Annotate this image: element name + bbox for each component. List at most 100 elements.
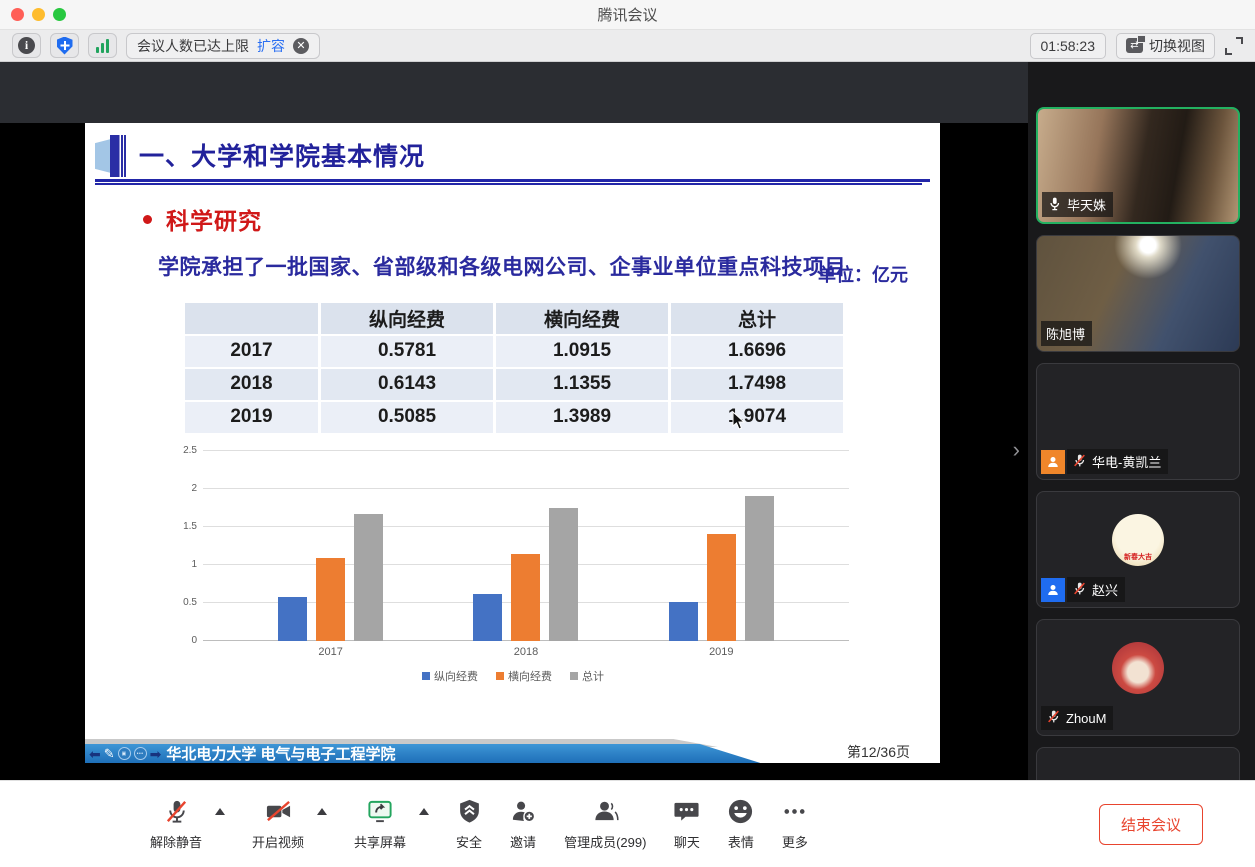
network-protect-button[interactable] [50,33,79,58]
school-name: 华北电力大学 电气与电子工程学院 [166,743,395,763]
end-meeting-button[interactable]: 结束会议 [1099,804,1203,845]
caret-up-icon[interactable] [215,808,225,815]
caret-up-icon[interactable] [419,808,429,815]
participant-tile-赵兴[interactable]: 新春大吉赵兴 [1036,491,1240,608]
table-cell: 0.5085 [321,402,493,433]
shield-plus-icon [57,37,73,55]
pen-icon[interactable]: ✎ [104,747,115,760]
share-screen-button[interactable]: 共享屏幕 [354,797,406,851]
info-icon: i [18,37,35,54]
switch-view-button[interactable]: ⇄ 切换视图 [1116,33,1215,59]
invite-icon [509,797,537,825]
toolbar-label: 邀请 [510,832,536,851]
close-notice-icon[interactable]: ✕ [293,38,309,54]
participant-name: 毕天姝 [1067,195,1106,214]
mouse-cursor [732,411,746,431]
table-header-row: 纵向经费横向经费总计 [185,303,843,334]
shield-button[interactable]: 安全 [456,797,482,851]
toolbar-label: 共享屏幕 [354,832,406,851]
legend-swatch-icon [570,672,578,680]
table-cell: 横向经费 [496,303,668,334]
participant-tile-毕天姝[interactable]: 毕天姝 [1036,107,1240,224]
expand-capacity-link[interactable]: 扩容 [257,36,285,56]
bar-横向经费-2018 [511,554,540,640]
slide-title-row: 一、大学和学院基本情况 [95,135,930,182]
emoji-button[interactable]: 表情 [727,797,754,851]
invite-button[interactable]: 邀请 [509,797,537,851]
table-cell: 1.3989 [496,402,668,433]
participant-tile-ZhouM[interactable]: ZhouM [1036,619,1240,736]
meeting-info-button[interactable]: i [12,33,41,58]
menu-circle-icon[interactable]: ••• [134,747,147,760]
table-cell: 2019 [185,402,318,433]
toolbar-label: 更多 [782,832,808,851]
participant-name-tag: ZhouM [1041,706,1113,730]
window-title: 腾讯会议 [0,4,1255,25]
table-cell: 纵向经费 [321,303,493,334]
legend-item: 横向经费 [496,668,552,684]
next-slide-icon[interactable]: ➡ [150,747,162,761]
bar-group-2019 [669,451,774,641]
participant-name-tag: 赵兴 [1067,577,1125,602]
legend-item: 总计 [570,668,604,684]
collapse-sidebar-chevron[interactable]: › [1013,437,1020,463]
table-cell [185,303,318,334]
legend-swatch-icon [422,672,430,680]
camera-off-button[interactable]: 开启视频 [252,797,304,851]
footer-blue-band: ⬅ ✎ ▣ ••• ➡ 华北电力大学 电气与电子工程学院 [85,744,760,763]
nav-circle-icon[interactable]: ▣ [118,747,131,760]
legend-item: 纵向经费 [422,668,478,684]
chat-button[interactable]: 聊天 [673,797,700,851]
participant-tile-partial[interactable] [1036,747,1240,780]
legend-label: 横向经费 [508,668,552,684]
prev-slide-icon[interactable]: ⬅ [89,747,101,761]
participant-tile-陈旭博[interactable]: 陈旭博 [1036,235,1240,352]
members-icon [591,797,619,825]
slide-bullet-row: 科学研究 [143,202,940,236]
table-cell: 0.5781 [321,336,493,367]
y-axis-tick: 0 [177,635,197,646]
y-axis-tick: 2.5 [177,445,197,456]
members-button[interactable]: 管理成员(299) [564,797,646,851]
table-cell: 1.6696 [671,336,843,367]
emoji-icon [727,797,754,825]
toolbar-label: 聊天 [674,832,700,851]
network-quality-button[interactable] [88,33,117,58]
mic-icon [1047,196,1062,214]
chat-icon [673,797,700,825]
table-cell: 1.1355 [496,369,668,400]
avatar [1112,642,1164,694]
funding-table: 纵向经费横向经费总计20170.57811.09151.669620180.61… [182,301,846,435]
mic-muted-button[interactable]: 解除静音 [150,797,202,851]
y-axis-tick: 2 [177,483,197,494]
table-row: 20170.57811.09151.6696 [185,336,843,367]
switch-view-label: 切换视图 [1149,36,1205,56]
participant-name-tag: 华电-黄凯兰 [1067,449,1168,474]
y-axis-tick: 1 [177,559,197,570]
fullscreen-button[interactable] [1225,37,1243,55]
more-icon [781,797,808,825]
toolbar-label: 安全 [456,832,482,851]
bar-总计-2018 [549,508,578,641]
window-titlebar: 腾讯会议 [0,0,1255,30]
toolbar-label: 开启视频 [252,832,304,851]
legend-label: 总计 [582,668,604,684]
x-axis-label: 2017 [287,646,374,658]
participant-tile-华电-黄凯兰[interactable]: 华电-黄凯兰 [1036,363,1240,480]
meeting-bottom-toolbar: 解除静音开启视频 共享屏幕 安全 邀请 管理成员(299) 聊天 表情 更多 结束会议 [0,780,1255,867]
caret-up-icon[interactable] [317,808,327,815]
share-top-band [0,62,1028,123]
slide-body-text: 学院承担了一批国家、省部级和各级电网公司、企事业单位重点科技项目 [158,250,870,287]
capacity-text: 会议人数已达上限 [137,36,249,56]
bar-纵向经费-2019 [669,602,698,641]
avatar [1112,386,1164,438]
switch-view-icon: ⇄ [1126,38,1143,53]
toolbar-label: 表情 [728,832,754,851]
bar-总计-2019 [745,496,774,641]
share-screen-icon [366,797,394,825]
more-button[interactable]: 更多 [781,797,808,851]
bar-group-2018 [473,451,578,641]
toolbar-label: 管理成员(299) [564,832,646,851]
x-axis-label: 2019 [678,646,765,658]
bar-纵向经费-2017 [278,597,307,641]
